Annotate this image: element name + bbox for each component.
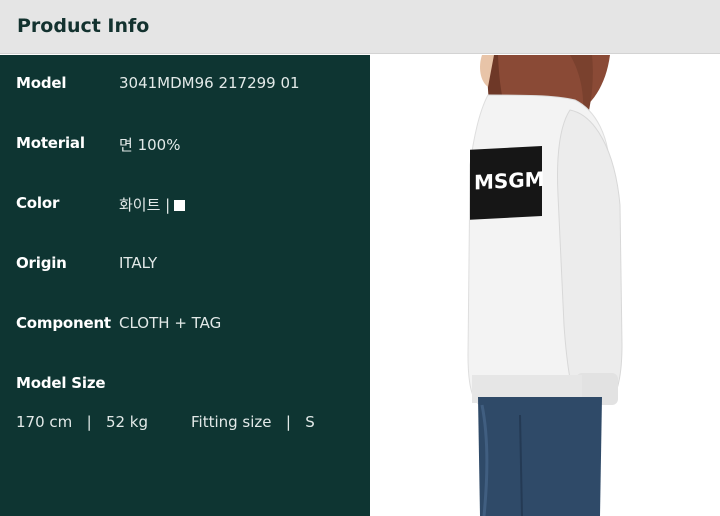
spec-value-origin: ITALY: [119, 254, 158, 272]
fitting-size-value: S: [305, 413, 315, 431]
model-measurements: 170 cm | 52 kg: [16, 413, 148, 431]
spec-row-model: Model 3041MDM96 217299 01: [0, 74, 370, 98]
spec-row-origin: Origin ITALY: [0, 254, 370, 278]
spec-row-material: Moterial 면 100%: [0, 134, 370, 158]
fitting-separator: |: [285, 413, 291, 431]
spec-value-model: 3041MDM96 217299 01: [119, 74, 300, 92]
spec-value-color-wrap: 화이트 |: [119, 194, 186, 215]
msgm-logo-text: MSGM: [474, 167, 545, 195]
section-title: Product Info: [17, 15, 150, 37]
spec-label-model: Model: [16, 74, 67, 92]
model-height: 170 cm: [16, 413, 73, 431]
spec-label-color: Color: [16, 194, 60, 212]
fitting-size-label: Fitting size: [191, 413, 272, 431]
color-swatch: [174, 200, 186, 211]
header-bar: Product Info: [0, 0, 720, 54]
spec-value-component: CLOTH + TAG: [119, 314, 222, 332]
spec-value-material: 면 100%: [119, 136, 181, 154]
measure-separator: |: [86, 413, 92, 431]
spec-panel: Model 3041MDM96 217299 01 Moterial 면 100…: [0, 55, 370, 516]
fitting-size: Fitting size | S: [191, 413, 315, 431]
spec-label-component: Component: [16, 314, 111, 332]
spec-row-color: Color 화이트 |: [0, 194, 370, 218]
product-photo: MSGM: [370, 55, 720, 516]
model-wearing-sweatshirt-image: MSGM: [467, 55, 623, 516]
model-size-label: Model Size: [16, 374, 106, 392]
model-weight: 52 kg: [105, 413, 149, 431]
spec-value-color: 화이트 |: [119, 196, 171, 214]
spec-label-origin: Origin: [16, 254, 67, 272]
model-size-row: Model Size: [0, 374, 370, 398]
spec-label-material: Moterial: [16, 134, 85, 152]
spec-row-component: Component CLOTH + TAG: [0, 314, 370, 338]
